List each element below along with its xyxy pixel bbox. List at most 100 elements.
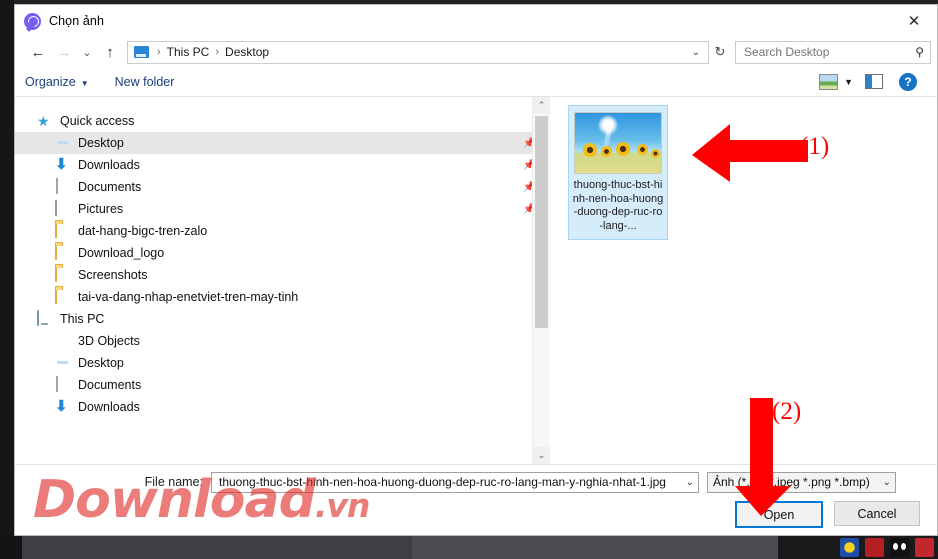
organize-label: Organize (25, 74, 76, 89)
chevron-down-icon[interactable]: ⌄ (682, 477, 694, 488)
filetype-dropdown[interactable]: Ảnh (*.jpg *.jpeg *.png *.bmp) ⌄ (707, 471, 896, 493)
taskbar-app-icon-2[interactable] (865, 538, 884, 557)
command-bar: Organize ▼ New folder ▼ ? (15, 67, 937, 97)
this-pc-icon (134, 46, 149, 58)
view-options-icon[interactable] (819, 73, 839, 90)
sidebar-item-label: tai-va-dang-nhap-enetviet-tren-may-tinh (78, 290, 299, 304)
sidebar-item-label: Downloads (78, 400, 140, 414)
breadcrumb-item-this-pc[interactable]: This PC (167, 45, 210, 59)
close-icon[interactable]: ✕ (891, 5, 937, 36)
sidebar-item-downloads[interactable]: ⬇ Downloads (15, 396, 550, 418)
dialog-footer: File name: ⌄ Ảnh (*.jpg *.jpeg *.png *.b… (15, 464, 937, 533)
sidebar-item-label: Documents (78, 378, 142, 392)
sunflower-3 (616, 142, 630, 156)
folder-icon (55, 222, 71, 239)
sidebar-item-quick-access[interactable]: ★ Quick access (15, 110, 550, 132)
navigation-bar: ← → ⌄ ↑ › This PC › Desktop ⌄ ↻ ⚲ (15, 37, 937, 67)
chevron-down-icon[interactable]: ⌄ (692, 47, 700, 58)
sunflower-1 (583, 143, 597, 157)
sidebar-item-dat-hang-bigc-tren-zalo[interactable]: dat-hang-bigc-tren-zalo (15, 220, 550, 242)
chevron-down-icon[interactable]: ▼ (844, 77, 853, 87)
star-icon: ★ (37, 113, 50, 129)
refresh-icon[interactable]: ↻ (709, 40, 731, 64)
file-list-pane[interactable]: thuong-thuc-bst-hinh-nen-hoa-huong-duong… (550, 97, 937, 464)
sidebar-item-desktop[interactable]: Desktop (15, 352, 550, 374)
search-icon: ⚲ (915, 45, 924, 59)
back-button[interactable]: ← (25, 39, 51, 65)
sidebar-item-label: Quick access (60, 114, 135, 128)
sidebar-item-label: Desktop (78, 136, 124, 150)
sidebar-item-this-pc[interactable]: This PC (15, 308, 550, 330)
sidebar-scrollbar[interactable]: ⌃ ⌄ (532, 97, 550, 464)
breadcrumb-item-desktop[interactable]: Desktop (225, 45, 269, 59)
viber-icon (24, 12, 41, 30)
cancel-button[interactable]: Cancel (834, 501, 920, 526)
command-bar-right: ▼ ? (819, 72, 927, 91)
sidebar-item-label: Downloads (78, 158, 140, 172)
filename-row: File name: ⌄ Ảnh (*.jpg *.jpeg *.png *.b… (15, 470, 937, 494)
monitor-icon (55, 135, 71, 151)
sidebar-item-screenshots[interactable]: Screenshots (15, 264, 550, 286)
sidebar-item-tai-va-dang-nhap-enetviet-tren-may-tinh[interactable]: tai-va-dang-nhap-enetviet-tren-may-tinh (15, 286, 550, 308)
scrollbar-thumb[interactable] (535, 116, 548, 328)
title-bar: Chọn ảnh ✕ (15, 5, 937, 37)
breadcrumb[interactable]: › This PC › Desktop ⌄ (127, 40, 709, 64)
search-input[interactable] (742, 44, 916, 60)
organize-button[interactable]: Organize ▼ (25, 75, 89, 89)
window-title: Chọn ảnh (49, 14, 105, 28)
new-folder-button[interactable]: New folder (115, 75, 175, 89)
sidebar-item-label: dat-hang-bigc-tren-zalo (78, 224, 208, 238)
recent-locations-button[interactable]: ⌄ (77, 39, 97, 65)
sidebar-item-documents[interactable]: Documents (15, 374, 550, 396)
folder-icon (55, 266, 71, 283)
sidebar-item-label: 3D Objects (78, 334, 140, 348)
sidebar-item-documents[interactable]: Documents 📌 (15, 176, 550, 198)
annotation-label-2: (2) (772, 398, 802, 425)
search-box[interactable]: ⚲ (735, 40, 931, 64)
filename-field[interactable]: ⌄ (211, 471, 699, 493)
help-icon[interactable]: ? (899, 72, 917, 91)
folder-icon (55, 288, 71, 305)
3d-objects-icon (55, 333, 71, 349)
breadcrumb-separator-1: › (157, 46, 161, 58)
taskbar-app-icon-4[interactable] (915, 538, 934, 557)
sidebar-item-download-logo[interactable]: Download_logo (15, 242, 550, 264)
download-arrow-icon: ⬇ (55, 398, 68, 415)
sidebar-item-desktop[interactable]: Desktop 📌 (15, 132, 550, 154)
annotation-label-1: (1) (800, 133, 830, 160)
filename-input[interactable] (217, 474, 682, 490)
file-thumbnail (574, 112, 662, 174)
sidebar-item-label: Download_logo (78, 246, 165, 260)
sidebar-item-label: Pictures (78, 202, 124, 216)
sidebar-item-pictures[interactable]: Pictures 📌 (15, 198, 550, 220)
taskbar-icon-tray[interactable] (778, 536, 938, 559)
forward-button[interactable]: → (51, 39, 77, 65)
chevron-down-icon[interactable]: ⌄ (879, 477, 891, 488)
navigation-pane: ★ Quick access Desktop 📌 ⬇ Downloads 📌 Document… (15, 97, 550, 464)
scroll-down-icon[interactable]: ⌄ (533, 447, 550, 464)
open-button[interactable]: Open (735, 501, 823, 528)
desktop-left-edge (0, 0, 14, 536)
this-pc-icon (37, 310, 53, 327)
up-button[interactable]: ↑ (97, 39, 123, 65)
document-icon (55, 376, 71, 393)
sidebar-item-label: This PC (60, 312, 105, 326)
sunflower-4 (637, 144, 648, 155)
sunflower-5 (651, 149, 660, 158)
file-item[interactable]: thuong-thuc-bst-hinh-nen-hoa-huong-duong… (568, 105, 668, 240)
taskbar-app-icon-3[interactable] (890, 538, 909, 557)
sidebar-item-3d-objects[interactable]: 3D Objects (15, 330, 550, 352)
monitor-icon (55, 355, 71, 371)
breadcrumb-separator-2: › (215, 46, 220, 58)
scroll-up-icon[interactable]: ⌃ (533, 97, 550, 114)
sidebar-list: ★ Quick access Desktop 📌 ⬇ Downloads 📌 Document… (15, 110, 550, 418)
sidebar-item-label: Screenshots (78, 268, 148, 282)
sidebar-item-downloads[interactable]: ⬇ Downloads 📌 (15, 154, 550, 176)
folder-icon (55, 244, 71, 261)
taskbar-left-edge (0, 536, 22, 559)
filetype-value: Ảnh (*.jpg *.jpeg *.png *.bmp) (713, 475, 870, 489)
document-icon (55, 178, 71, 195)
file-name-label: thuong-thuc-bst-hinh-nen-hoa-huong-duong… (572, 179, 664, 232)
preview-pane-icon[interactable] (865, 74, 883, 89)
taskbar-app-icon-1[interactable] (840, 538, 859, 557)
